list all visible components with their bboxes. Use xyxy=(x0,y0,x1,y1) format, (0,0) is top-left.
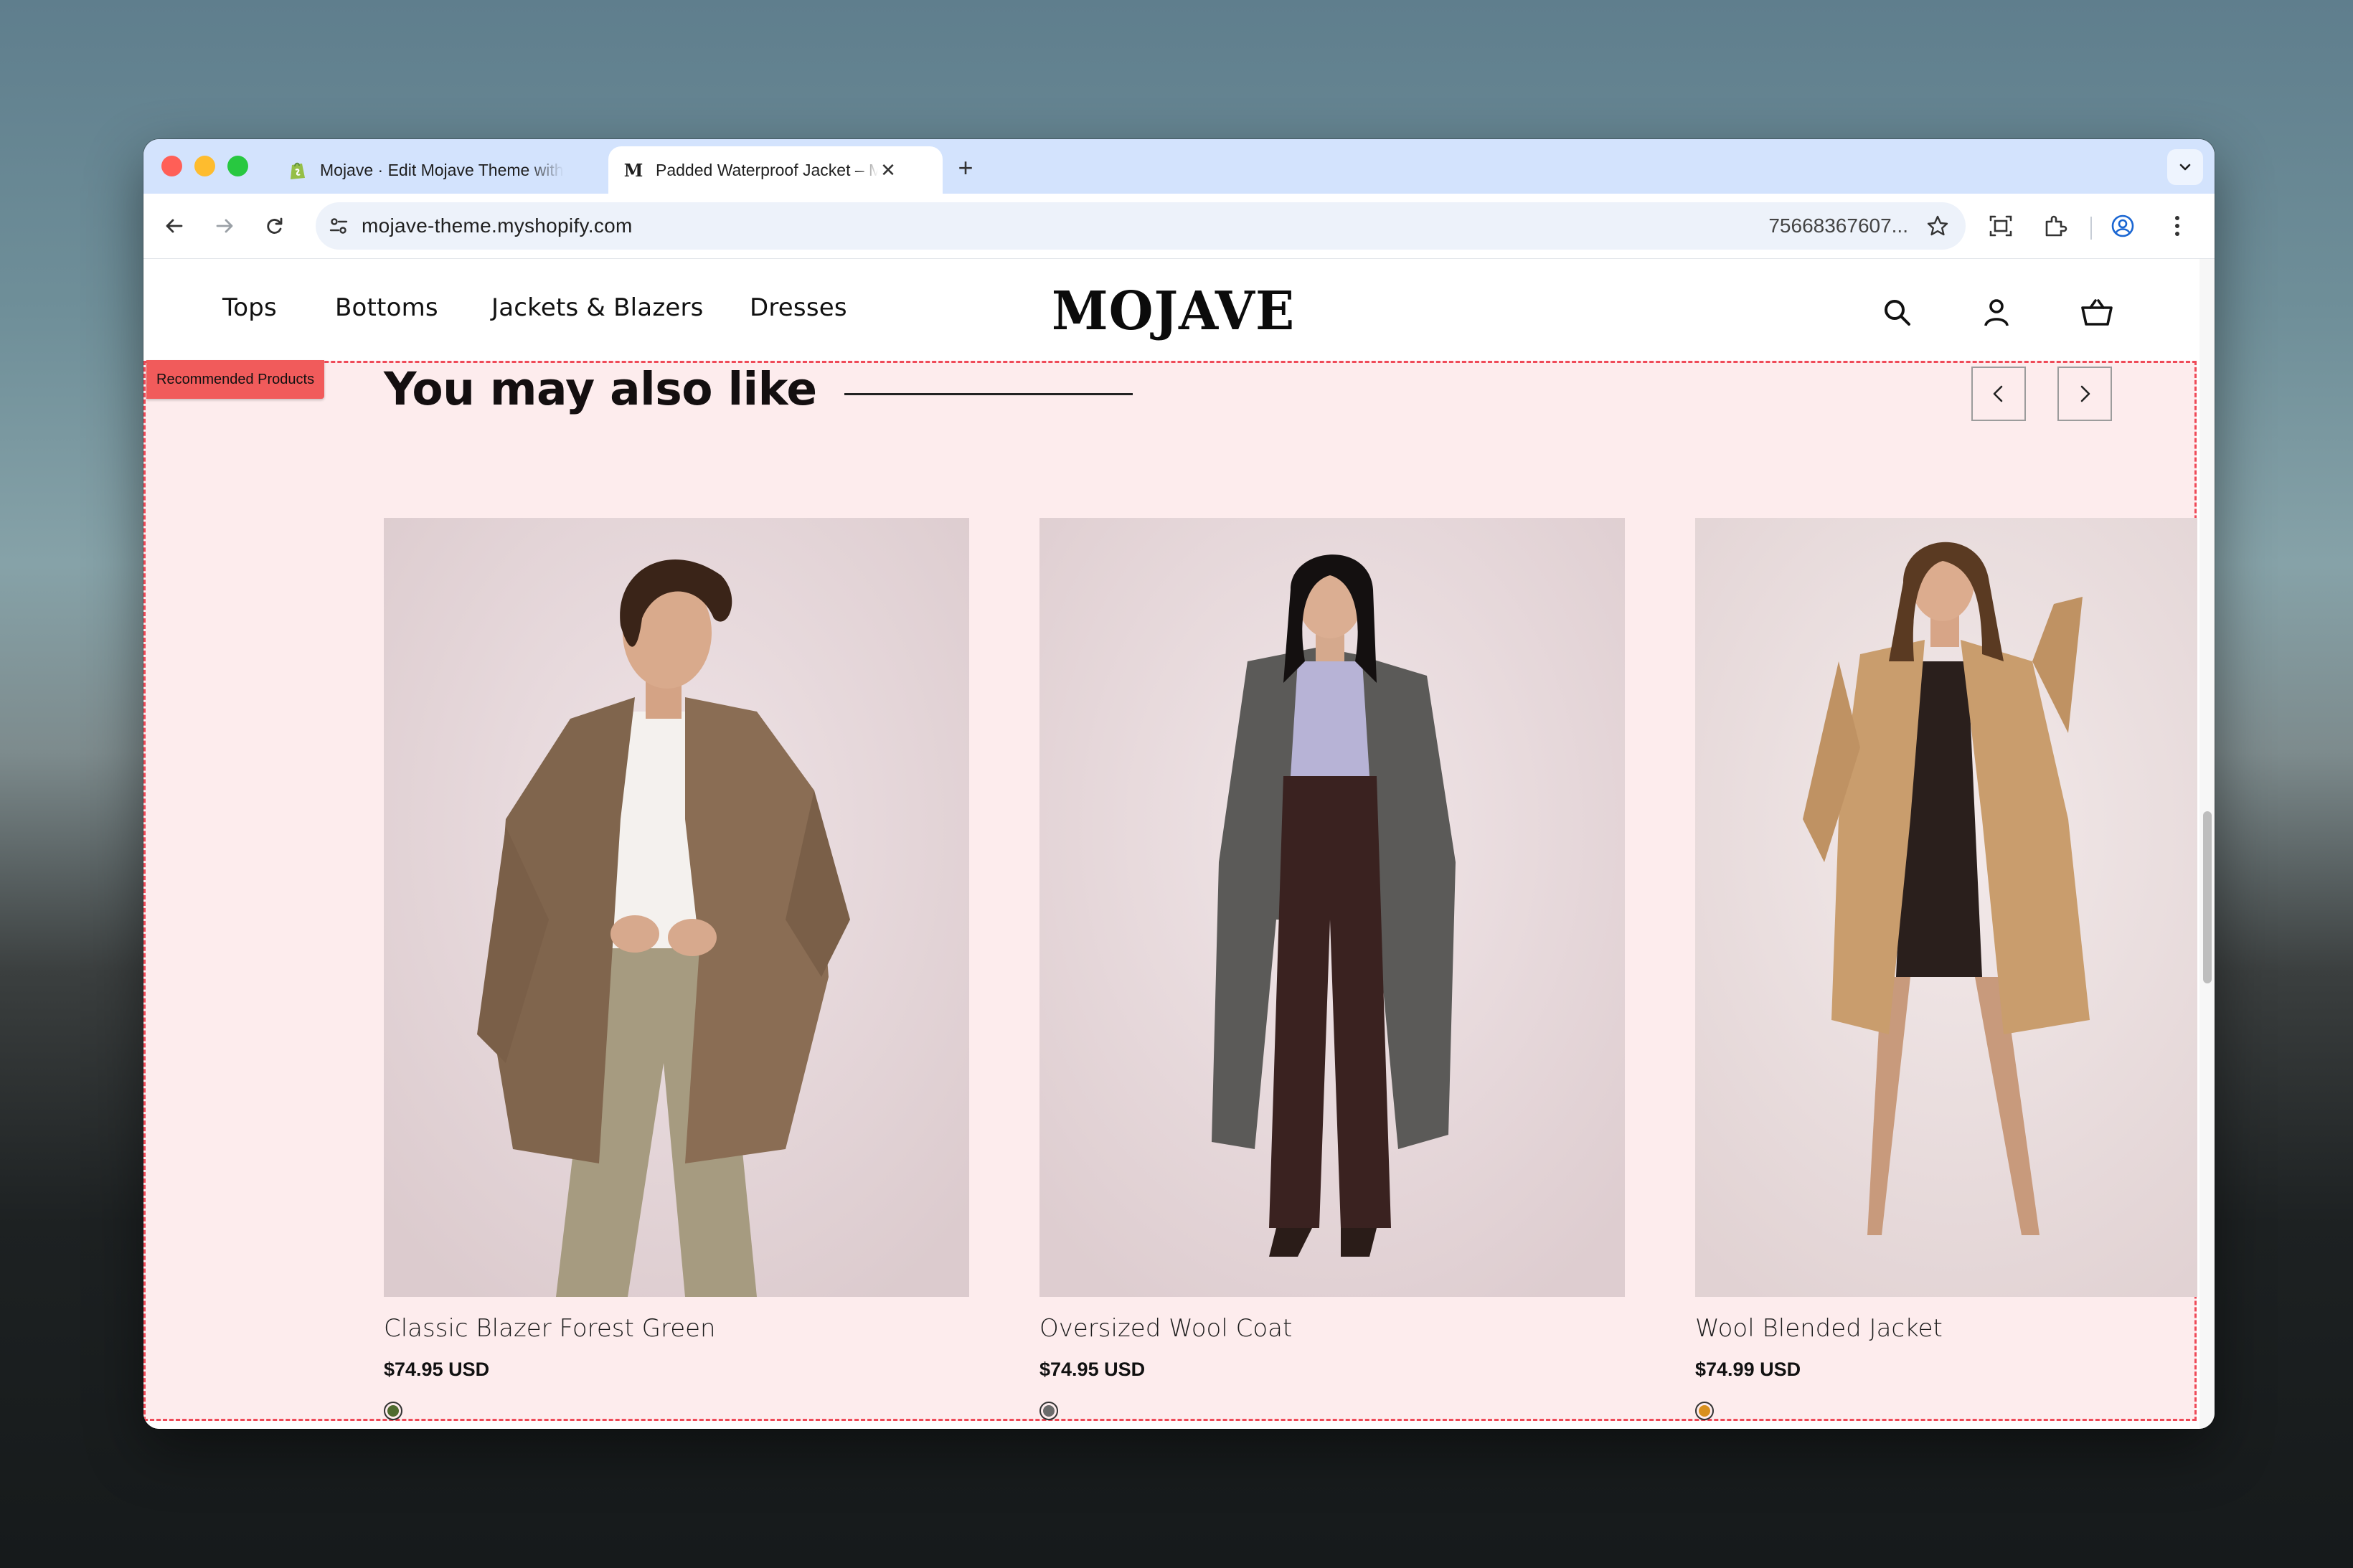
chevron-left-icon xyxy=(1993,385,2003,402)
site-settings-icon[interactable] xyxy=(326,213,352,239)
page-scrollbar[interactable] xyxy=(2199,259,2215,1429)
screen-capture-icon xyxy=(1989,215,2012,237)
color-swatch[interactable] xyxy=(1039,1402,1058,1420)
product-image[interactable] xyxy=(384,518,969,1297)
tab-padded-waterproof-jacket[interactable]: M Padded Waterproof Jacket – Mojave ✕ xyxy=(608,146,943,194)
nav-link-jackets-blazers[interactable]: Jackets & Blazers xyxy=(491,293,704,322)
carousel-prev-button[interactable] xyxy=(1971,367,2026,421)
tab-title: Padded Waterproof Jacket – Mojave xyxy=(656,160,878,179)
minimize-window-button[interactable] xyxy=(194,156,215,176)
section-label-badge[interactable]: Recommended Products xyxy=(146,360,325,399)
tab-strip: Mojave · Edit Mojave Theme with ✕ M Padd… xyxy=(143,139,2215,194)
screen-capture-button[interactable] xyxy=(1984,209,2017,242)
address-bar[interactable]: mojave-theme.myshopify.com 75668367607..… xyxy=(316,202,1966,250)
product-card[interactable]: Oversized Wool Coat $74.95 USD xyxy=(1039,518,1625,1420)
extensions-button[interactable] xyxy=(2039,209,2072,242)
product-name[interactable]: Classic Blazer Forest Green xyxy=(384,1314,716,1343)
product-card[interactable]: Classic Blazer Forest Green $74.95 USD xyxy=(384,518,969,1420)
nav-link-tops[interactable]: Tops xyxy=(222,293,277,322)
color-swatch[interactable] xyxy=(1695,1402,1714,1420)
section-title: You may also like xyxy=(384,363,817,415)
scrollbar-thumb[interactable] xyxy=(2203,811,2212,983)
title-divider xyxy=(844,393,1133,395)
reload-button[interactable] xyxy=(258,209,291,242)
profile-button[interactable] xyxy=(2106,209,2139,242)
search-icon[interactable] xyxy=(1878,293,1917,332)
arrow-right-icon xyxy=(216,219,233,233)
product-name[interactable]: Oversized Wool Coat xyxy=(1039,1314,1292,1343)
site-header: Tops Bottoms Jackets & Blazers Dresses M… xyxy=(143,259,2199,361)
puzzle-icon xyxy=(2045,215,2067,237)
bookmark-star-icon[interactable] xyxy=(1925,214,1950,242)
url-tail-text: 75668367607... xyxy=(1768,214,1908,237)
product-name[interactable]: Wool Blended Jacket xyxy=(1695,1314,1943,1343)
profile-icon xyxy=(2111,214,2134,237)
new-tab-button[interactable]: + xyxy=(951,153,980,182)
carousel-next-button[interactable] xyxy=(2057,367,2112,421)
product-price: $74.95 USD xyxy=(1039,1359,1146,1380)
browser-toolbar: mojave-theme.myshopify.com 75668367607..… xyxy=(143,194,2215,259)
nav-link-bottoms[interactable]: Bottoms xyxy=(335,293,438,322)
cart-icon[interactable] xyxy=(2078,293,2116,332)
forward-button[interactable] xyxy=(208,209,241,242)
product-price: $74.99 USD xyxy=(1695,1359,1801,1380)
web-page: Tops Bottoms Jackets & Blazers Dresses M… xyxy=(143,259,2199,1429)
chevron-right-icon xyxy=(2080,385,2090,402)
browser-menu-button[interactable] xyxy=(2161,209,2194,242)
reload-icon xyxy=(267,217,283,234)
product-image[interactable] xyxy=(1039,518,1625,1297)
nav-link-dresses[interactable]: Dresses xyxy=(750,293,847,322)
browser-window: Mojave · Edit Mojave Theme with ✕ M Padd… xyxy=(143,139,2215,1429)
arrow-left-icon xyxy=(166,219,183,233)
product-price: $74.95 USD xyxy=(384,1359,490,1380)
kebab-menu-icon xyxy=(2175,216,2179,236)
tab-title: Mojave · Edit Mojave Theme with xyxy=(320,160,564,179)
zoom-window-button[interactable] xyxy=(227,156,248,176)
store-logo[interactable]: MOJAVE xyxy=(1052,280,1295,342)
chevron-down-icon xyxy=(2179,164,2191,171)
recommended-products-section: Recommended Products You may also like C… xyxy=(143,360,2197,1421)
toolbar-divider xyxy=(2090,217,2092,240)
url-text: mojave-theme.myshopify.com xyxy=(362,214,633,237)
tab-close-icon[interactable]: ✕ xyxy=(878,159,898,181)
account-icon[interactable] xyxy=(1977,293,2016,332)
product-card[interactable]: Wool Blended Jacket $74.99 USD xyxy=(1695,518,2197,1420)
color-swatch[interactable] xyxy=(384,1402,402,1420)
back-button[interactable] xyxy=(158,209,191,242)
tab-search-button[interactable] xyxy=(2167,149,2203,185)
close-window-button[interactable] xyxy=(161,156,182,176)
mojave-m-icon: M xyxy=(623,159,643,181)
product-image[interactable] xyxy=(1695,518,2197,1297)
shopify-icon xyxy=(287,159,308,181)
